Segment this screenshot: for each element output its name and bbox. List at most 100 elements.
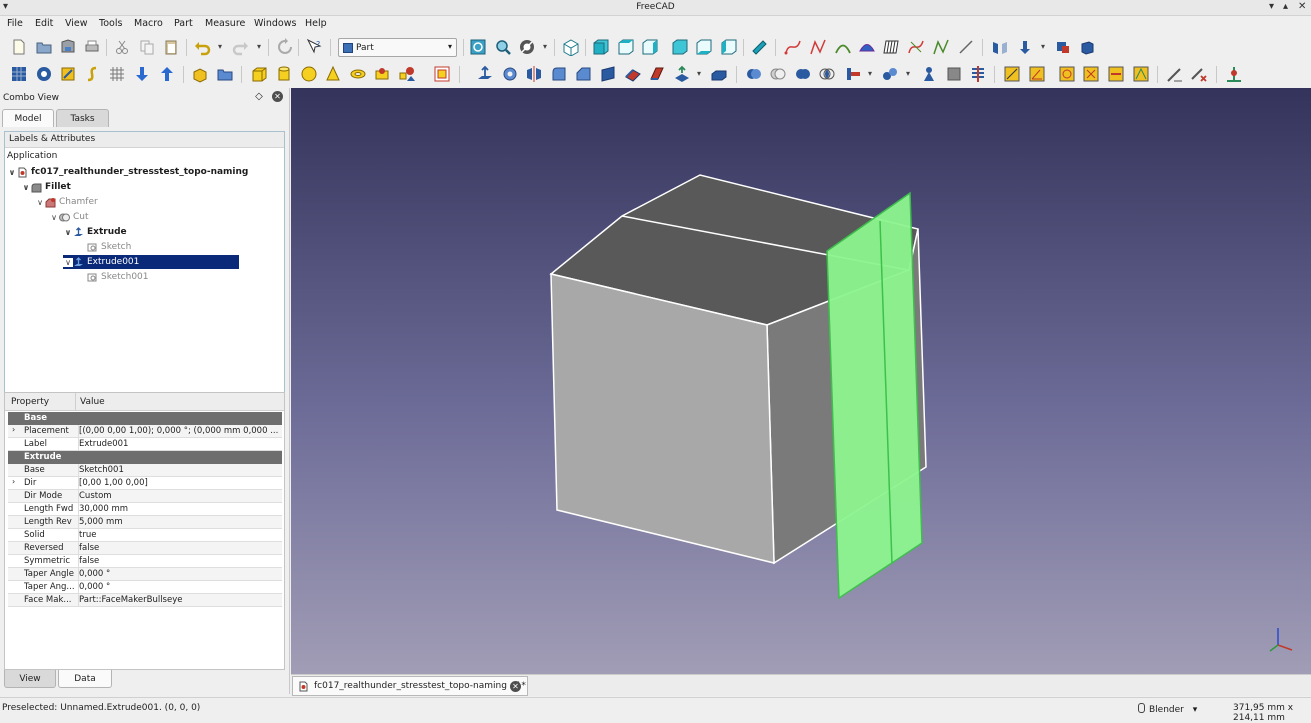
measure-clear-icon[interactable] [1081, 64, 1101, 84]
collapse-icon[interactable]: ∨ [21, 183, 31, 192]
cylinder-icon[interactable] [274, 64, 294, 84]
fit-selection-icon[interactable] [493, 37, 513, 57]
macro-grid-icon[interactable] [9, 64, 29, 84]
open-file-icon[interactable] [34, 37, 54, 57]
property-row-placement[interactable]: › Placement [(0,00 0,00 1,00); 0,000 °; (0… [8, 425, 282, 438]
mirror-icon[interactable] [990, 37, 1010, 57]
fit-all-icon[interactable] [468, 37, 488, 57]
maximize-icon[interactable]: ▴ [1283, 1, 1288, 12]
macro-record-icon[interactable] [34, 64, 54, 84]
revolve-icon[interactable] [500, 64, 520, 84]
mirroring-icon[interactable] [524, 64, 544, 84]
measure-angular-icon[interactable] [1027, 64, 1047, 84]
tab-data[interactable]: Data [58, 670, 112, 688]
sketcher-polyline-icon[interactable] [808, 37, 828, 57]
arrow-up-icon[interactable] [157, 64, 177, 84]
property-row-symmetric[interactable]: Symmetric false [8, 555, 282, 568]
tab-tasks[interactable]: Tasks [56, 109, 109, 127]
defeaturing-icon[interactable] [944, 64, 964, 84]
print-icon[interactable] [82, 37, 102, 57]
compound-icon[interactable] [880, 64, 900, 84]
view-isometric-icon[interactable] [561, 37, 581, 57]
property-row-length-rev[interactable]: Length Rev 5,000 mm [8, 516, 282, 529]
boolean-icon[interactable] [744, 64, 764, 84]
menu-edit[interactable]: Edit [35, 18, 53, 29]
boolean-cut-icon[interactable] [768, 64, 788, 84]
collapse-icon[interactable]: ∨ [7, 168, 17, 177]
view-front-icon[interactable] [591, 37, 611, 57]
property-row-face-maker[interactable]: Face Mak... Part::FaceMakerBullseye [8, 594, 282, 607]
macro-execute-icon[interactable] [82, 64, 102, 84]
part-design-icon[interactable] [1224, 64, 1244, 84]
ruled-surface-tool-icon[interactable] [623, 64, 643, 84]
property-row-dir[interactable]: › Dir [0,00 1,00 0,00] [8, 477, 282, 490]
shape-builder-icon[interactable] [432, 64, 452, 84]
expand-icon[interactable]: › [12, 425, 15, 434]
cross-section-icon[interactable] [968, 64, 988, 84]
tree-item-document[interactable]: ∨ fc017_realthunder_stresstest_topo-nami… [7, 165, 248, 179]
line-icon[interactable] [956, 37, 976, 57]
offset-icon[interactable] [709, 64, 729, 84]
view-left-icon[interactable] [719, 37, 739, 57]
save-icon[interactable] [58, 37, 78, 57]
property-row-length-fwd[interactable]: Length Fwd 30,000 mm [8, 503, 282, 516]
sketcher-curve-icon[interactable] [783, 37, 803, 57]
whats-this-icon[interactable]: ? [304, 37, 324, 57]
arrow-down-icon[interactable] [132, 64, 152, 84]
view-rear-icon[interactable] [670, 37, 690, 57]
tab-model[interactable]: Model [2, 109, 54, 127]
refresh-icon[interactable] [275, 37, 295, 57]
part-cube-icon[interactable] [1077, 37, 1097, 57]
float-icon[interactable]: ◇ [255, 91, 263, 102]
box-icon[interactable] [249, 64, 269, 84]
property-row-reversed[interactable]: Reversed false [8, 542, 282, 555]
chamfer-tool-icon[interactable] [573, 64, 593, 84]
3d-viewport[interactable] [291, 88, 1311, 674]
view-top-icon[interactable] [616, 37, 636, 57]
menu-file[interactable]: File [7, 18, 23, 29]
measure-toggle-3d-icon[interactable] [1131, 64, 1151, 84]
tree-item-sketch001[interactable]: Sketch001 [77, 270, 149, 284]
collapse-icon[interactable]: ∨ [49, 213, 59, 222]
paste-icon[interactable] [161, 37, 181, 57]
property-row-dir-mode[interactable]: Dir Mode Custom [8, 490, 282, 503]
property-row-base[interactable]: Base Sketch001 [8, 464, 282, 477]
sphere-icon[interactable] [299, 64, 319, 84]
measure-linear-icon[interactable] [1002, 64, 1022, 84]
tab-view[interactable]: View [4, 670, 56, 688]
close-panel-icon[interactable]: ✕ [272, 91, 283, 102]
tree-item-fillet[interactable]: ∨ Fillet [21, 180, 71, 194]
primitives-icon[interactable] [397, 64, 417, 84]
tube-icon[interactable] [372, 64, 392, 84]
ruled-surface-icon[interactable] [882, 37, 902, 57]
arc-icon[interactable] [833, 37, 853, 57]
menu-tools[interactable]: Tools [99, 18, 122, 29]
close-tab-icon[interactable]: ✕ [510, 681, 521, 692]
expand-icon[interactable]: › [12, 477, 15, 486]
tree-item-extrude[interactable]: ∨ Extrude [63, 225, 127, 239]
menu-macro[interactable]: Macro [134, 18, 163, 29]
extrude-down-icon[interactable] [1015, 37, 1035, 57]
document-tab[interactable]: fc017_realthunder_stresstest_topo-naming… [292, 676, 528, 696]
loft-icon[interactable] [647, 64, 667, 84]
check-geometry-icon[interactable] [919, 64, 939, 84]
boolean-fuse-icon[interactable] [793, 64, 813, 84]
workbench-selector[interactable]: Part ▾ [338, 38, 457, 57]
menu-view[interactable]: View [65, 18, 88, 29]
draw-style-icon[interactable] [517, 37, 537, 57]
view-right-icon[interactable] [640, 37, 660, 57]
cut-icon[interactable] [112, 37, 132, 57]
boolean-common-icon[interactable] [817, 64, 837, 84]
property-row-taper-angle[interactable]: Taper Angle 0,000 ° [8, 568, 282, 581]
measure-clear-all-icon[interactable] [1189, 64, 1209, 84]
property-row-taper-angle-rev[interactable]: Taper Ang... 0,000 ° [8, 581, 282, 594]
revolve-surface-icon[interactable] [857, 37, 877, 57]
menu-part[interactable]: Part [174, 18, 193, 29]
redo-icon[interactable] [231, 37, 251, 57]
view-bottom-icon[interactable] [694, 37, 714, 57]
new-file-icon[interactable] [9, 37, 29, 57]
menu-help[interactable]: Help [305, 18, 327, 29]
cross-sections-icon[interactable] [931, 37, 951, 57]
sweep-icon[interactable] [672, 64, 692, 84]
fillet-tool-icon[interactable] [549, 64, 569, 84]
